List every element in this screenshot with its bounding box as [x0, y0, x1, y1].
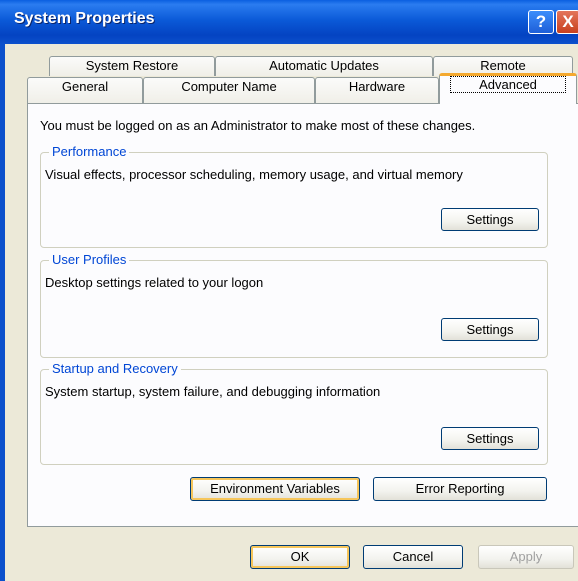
error-reporting-button[interactable]: Error Reporting [373, 477, 547, 501]
cancel-button[interactable]: Cancel [363, 545, 463, 569]
tab-advanced-label: Advanced [450, 76, 566, 93]
system-properties-window: System Properties ? X System Restore Aut… [0, 0, 578, 581]
performance-group: Performance Visual effects, processor sc… [40, 144, 548, 248]
user-profiles-description: Desktop settings related to your logon [45, 275, 264, 290]
tab-advanced[interactable]: Advanced [439, 73, 577, 104]
tab-automatic-updates[interactable]: Automatic Updates [215, 56, 433, 76]
user-profiles-settings-button[interactable]: Settings [441, 318, 539, 341]
tab-computer-name[interactable]: Computer Name [143, 77, 315, 103]
ok-button[interactable]: OK [250, 545, 350, 569]
performance-settings-button[interactable]: Settings [441, 208, 539, 231]
help-icon[interactable]: ? [528, 10, 554, 34]
dialog-client-area: System Restore Automatic Updates Remote … [5, 44, 578, 581]
tab-system-restore[interactable]: System Restore [49, 56, 215, 76]
tab-hardware[interactable]: Hardware [315, 77, 439, 103]
admin-notice: You must be logged on as an Administrato… [40, 118, 476, 133]
startup-recovery-group: Startup and Recovery System startup, sys… [40, 361, 548, 465]
title-bar[interactable]: System Properties ? X [0, 0, 578, 44]
startup-recovery-settings-button[interactable]: Settings [441, 427, 539, 450]
apply-button[interactable]: Apply [478, 545, 574, 569]
performance-description: Visual effects, processor scheduling, me… [45, 167, 463, 182]
user-profiles-group: User Profiles Desktop settings related t… [40, 252, 548, 358]
performance-title: Performance [49, 144, 130, 159]
close-icon[interactable]: X [556, 10, 578, 34]
tab-general[interactable]: General [27, 77, 143, 103]
startup-recovery-title: Startup and Recovery [49, 361, 181, 376]
environment-variables-button[interactable]: Environment Variables [190, 477, 360, 501]
startup-recovery-description: System startup, system failure, and debu… [45, 384, 381, 399]
advanced-tab-panel: You must be logged on as an Administrato… [27, 103, 578, 527]
user-profiles-title: User Profiles [49, 252, 130, 267]
window-title: System Properties [14, 10, 155, 27]
